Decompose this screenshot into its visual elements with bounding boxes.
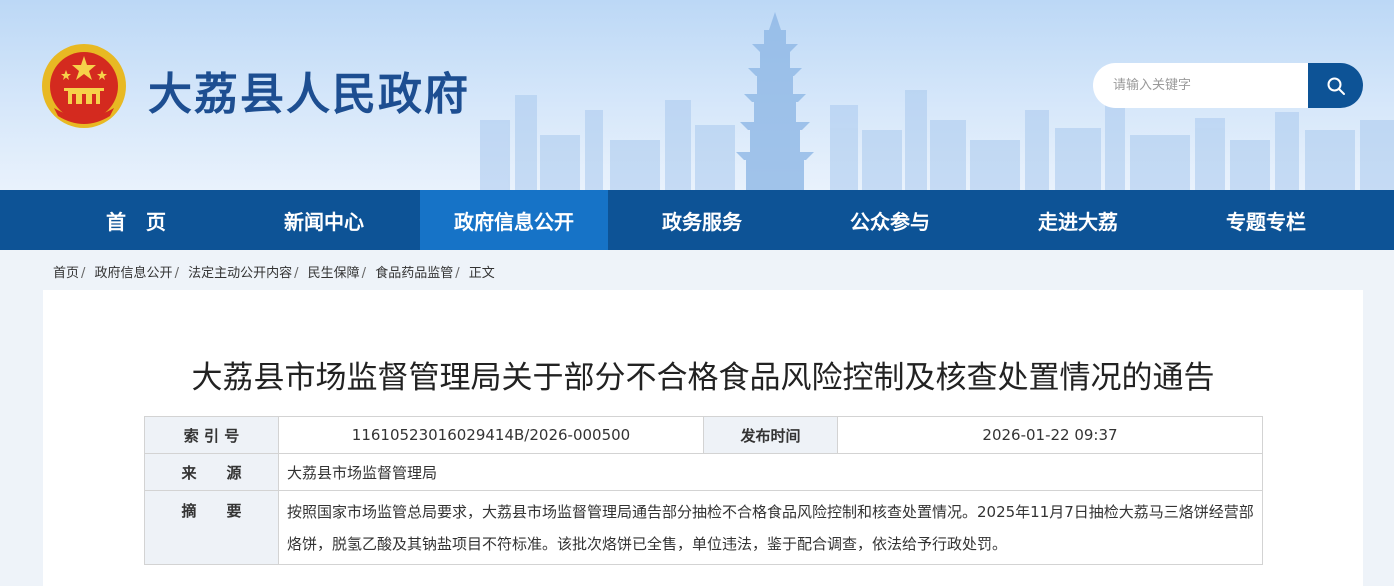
article-title: 大荔县市场监督管理局关于部分不合格食品风险控制及核查处置情况的通告 (191, 360, 1215, 396)
breadcrumb: 首页 / 政府信息公开 / 法定主动公开内容 / 民生保障 / 食品药品监管 / 正文 (53, 262, 495, 281)
table-row: 索 引 号 11610523016029414B/2026-000500 发布时… (144, 416, 1263, 454)
article-card: 大荔县市场监督管理局关于部分不合格食品风险控制及核查处置情况的通告 索 引 号 … (43, 290, 1363, 586)
breadcrumb-separator: / (455, 266, 460, 281)
nav-item-special-topics[interactable]: 专题专栏 (1172, 190, 1360, 250)
nav-item-gov-services[interactable]: 政务服务 (608, 190, 796, 250)
breadcrumb-separator: / (361, 266, 367, 281)
index-number-label: 索 引 号 (144, 416, 279, 454)
breadcrumb-link-home[interactable]: 首页 (53, 266, 79, 281)
nav-item-home[interactable]: 首 页 (42, 190, 230, 250)
search-box (1093, 63, 1363, 108)
pagoda-shape (736, 12, 814, 190)
search-button[interactable] (1308, 63, 1363, 108)
breadcrumb-link-livelihood[interactable]: 民生保障 (308, 266, 360, 281)
header-banner: 大荔县人民政府 (0, 0, 1394, 190)
nav-item-news[interactable]: 新闻中心 (230, 190, 418, 250)
source-label: 来 源 (144, 453, 279, 491)
search-input[interactable] (1093, 63, 1313, 108)
table-row: 来 源 大荔县市场监督管理局 (144, 453, 1263, 491)
breadcrumb-separator: / (294, 266, 299, 281)
breadcrumb-link-mandatory-disclosure[interactable]: 法定主动公开内容 (188, 266, 292, 281)
publish-date-label: 发布时间 (703, 416, 838, 454)
breadcrumb-link-gov-info[interactable]: 政府信息公开 (95, 266, 173, 281)
site-title[interactable]: 大荔县人民政府 (148, 58, 470, 122)
publish-date-value: 2026-01-22 09:37 (837, 416, 1263, 454)
breadcrumb-current: 正文 (468, 266, 495, 281)
search-icon (1327, 77, 1345, 95)
source-value: 大荔县市场监督管理局 (278, 453, 1263, 491)
breadcrumb-separator: / (174, 266, 179, 281)
main-nav: 首 页 新闻中心 政府信息公开 政务服务 公众参与 走进大荔 专题专栏 (0, 190, 1394, 250)
nav-item-about-dali[interactable]: 走进大荔 (984, 190, 1172, 250)
index-number-value: 11610523016029414B/2026-000500 (278, 416, 704, 454)
summary-label: 摘 要 (144, 490, 279, 565)
article-meta-table: 索 引 号 11610523016029414B/2026-000500 发布时… (144, 416, 1263, 565)
breadcrumb-link-food-drug[interactable]: 食品药品监管 (375, 266, 453, 281)
national-emblem-icon (42, 44, 126, 128)
nav-item-gov-info[interactable]: 政府信息公开 (420, 190, 608, 250)
table-row: 摘 要 按照国家市场监管总局要求，大荔县市场监督管理局通告部分抽检不合格食品风险… (144, 490, 1263, 565)
nav-item-public-participation[interactable]: 公众参与 (796, 190, 984, 250)
summary-value: 按照国家市场监管总局要求，大荔县市场监督管理局通告部分抽检不合格食品风险控制和核… (278, 490, 1263, 565)
breadcrumb-separator: / (81, 266, 86, 281)
